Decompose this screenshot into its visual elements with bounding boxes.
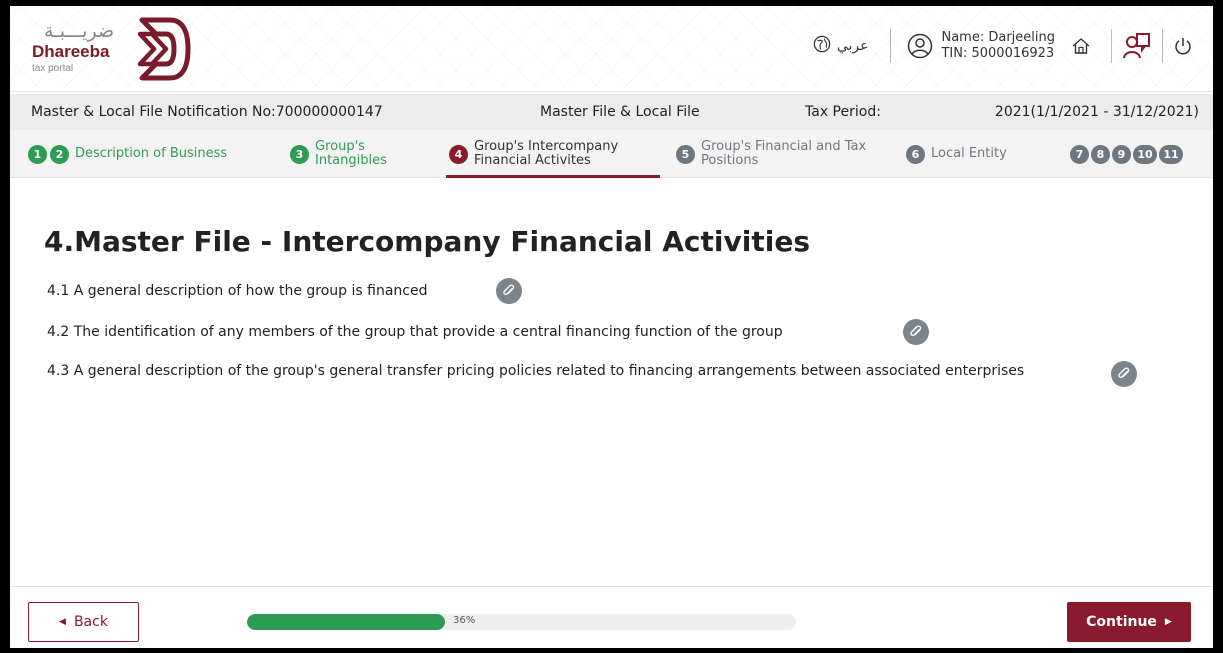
step-10[interactable]: 10 <box>1133 144 1157 164</box>
step-badge: 1 <box>28 144 47 164</box>
language-switch[interactable]: عربي <box>813 35 881 57</box>
user-info[interactable]: Name: Darjeeling TIN: 5000016923 <box>901 30 1061 62</box>
file-type: Master File & Local File <box>540 104 700 120</box>
step-4[interactable]: 4 Group's Intercompany Financial Activit… <box>449 130 654 178</box>
power-icon[interactable] <box>1173 36 1193 56</box>
back-label: Back <box>73 614 108 630</box>
notification-number: Master & Local File Notification No:7000… <box>31 104 383 120</box>
attach-icon[interactable] <box>496 278 522 304</box>
tax-period-label: Tax Period: <box>805 104 881 120</box>
continue-label: Continue <box>1086 614 1157 630</box>
step-badge: 3 <box>290 144 309 164</box>
progress-text: 36% <box>453 615 476 626</box>
progress-bar: 36% <box>247 614 796 630</box>
question-4-2: 4.2 The identification of any members of… <box>47 324 783 340</box>
step-7[interactable]: 7 <box>1070 144 1089 164</box>
notification-info-bar: Master & Local File Notification No:7000… <box>10 94 1213 130</box>
main-content: 4.Master File - Intercompany Financial A… <box>10 179 1213 584</box>
divider <box>1111 29 1112 63</box>
question-4-1: 4.1 A general description of how the gro… <box>47 283 428 299</box>
step-9[interactable]: 9 <box>1112 144 1131 164</box>
user-text: Name: Darjeeling TIN: 5000016923 <box>941 30 1055 62</box>
continue-button[interactable]: Continue ▶ <box>1067 602 1191 642</box>
back-button[interactable]: ◀ Back <box>28 602 139 642</box>
header: ضريـــبـة Dhareeba tax portal عربي Name:… <box>10 6 1213 92</box>
caret-left-icon: ◀ <box>59 617 66 627</box>
attach-icon[interactable] <box>903 319 929 345</box>
globe-icon <box>813 35 831 57</box>
step-label: Group's Financial and Tax Positions <box>701 139 867 168</box>
logo-arabic-text: ضريـــبـة <box>44 20 115 42</box>
step-badge: 2 <box>50 144 69 164</box>
question-4-3: 4.3 A general description of the group's… <box>47 363 1025 379</box>
home-icon[interactable] <box>1071 36 1091 56</box>
step-5[interactable]: 5 Group's Financial and Tax Positions <box>676 130 879 178</box>
logo-mark-icon <box>137 17 191 81</box>
step-badge: 6 <box>906 144 925 164</box>
logo-subtitle: tax portal <box>32 63 74 74</box>
step-label: Description of Business <box>75 146 228 161</box>
progress-fill <box>247 614 445 630</box>
stepper: 1 2 Description of Business 3 Group's In… <box>10 130 1213 178</box>
footer: ◀ Back 36% Continue ▶ <box>10 586 1213 648</box>
active-step-indicator <box>446 175 660 178</box>
step-group-7-11: 7 8 9 10 11 <box>1070 130 1183 178</box>
step-label: Group's Intercompany Financial Activites <box>474 139 619 168</box>
users-icon[interactable] <box>1122 31 1152 61</box>
tax-period-value: 2021(1/1/2021 - 31/12/2021) <box>994 104 1199 120</box>
app-frame: ضريـــبـة Dhareeba tax portal عربي Name:… <box>10 6 1213 648</box>
step-label: Group's Intangibles <box>315 139 387 168</box>
user-name: Name: Darjeeling <box>941 30 1055 45</box>
logo-name: Dhareeba <box>32 42 110 61</box>
page-title: 4.Master File - Intercompany Financial A… <box>44 225 810 258</box>
step-11[interactable]: 11 <box>1159 144 1183 164</box>
divider <box>1162 29 1163 63</box>
attach-icon[interactable] <box>1111 361 1137 387</box>
header-actions: عربي Name: Darjeeling TIN: 5000016923 <box>813 24 1193 68</box>
logo[interactable]: ضريـــبـة Dhareeba tax portal <box>24 14 204 84</box>
caret-right-icon: ▶ <box>1164 617 1172 627</box>
step-3[interactable]: 3 Group's Intangibles <box>290 130 395 178</box>
language-label: عربي <box>836 38 869 54</box>
step-badge: 5 <box>676 144 695 164</box>
step-badge: 4 <box>449 144 468 164</box>
step-2[interactable]: 2 Description of Business <box>50 130 227 178</box>
user-icon <box>907 33 933 59</box>
step-6[interactable]: 6 Local Entity <box>906 130 1007 178</box>
step-1[interactable]: 1 <box>28 130 47 178</box>
user-tin: TIN: 5000016923 <box>941 46 1055 61</box>
step-label: Local Entity <box>931 146 1007 161</box>
step-8[interactable]: 8 <box>1091 144 1110 164</box>
divider <box>890 29 892 63</box>
